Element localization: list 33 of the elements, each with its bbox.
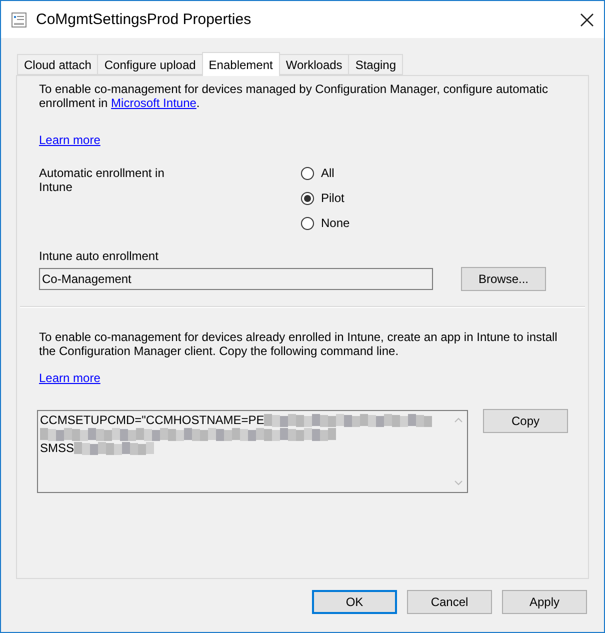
collection-label: Intune auto enrollment <box>39 249 160 263</box>
enrollment-label: Automatic enrollment in Intune <box>39 166 166 196</box>
dialog-button[interactable]: Apply <box>502 590 587 614</box>
radio-label: All <box>321 166 334 180</box>
command-text: CCMSETUPCMD="CCMHOSTNAME=PE <box>40 413 264 428</box>
command-text: SMSS <box>40 441 74 456</box>
close-icon[interactable] <box>580 12 594 26</box>
collection-field[interactable]: Co-Management <box>39 268 433 290</box>
tab[interactable]: Cloud attach <box>17 54 98 75</box>
radio-icon[interactable] <box>301 216 314 230</box>
browse-button[interactable]: Browse... <box>461 267 546 291</box>
radio-label: Pilot <box>321 191 344 205</box>
dialog-button[interactable]: OK <box>312 590 397 614</box>
window-title: CoMgmtSettingsProd Properties <box>36 11 252 28</box>
radio-option[interactable]: Pilot <box>301 191 350 205</box>
radio-icon[interactable] <box>301 166 314 180</box>
tab[interactable]: Workloads <box>278 54 350 75</box>
radio-option[interactable]: None <box>301 216 350 230</box>
dialog-button[interactable]: Cancel <box>407 590 492 614</box>
command-line-field[interactable]: CCMSETUPCMD="CCMHOSTNAME=PE SMSS <box>37 410 468 493</box>
tab[interactable]: Enablement <box>202 52 280 76</box>
properties-icon <box>11 12 27 28</box>
intune-link[interactable]: Microsoft Intune <box>111 96 196 110</box>
client-intro-text: To enable co-management for devices already enrolled in Intune, create an app in Intune to install the Configuration Manager client. Copy the following command line. <box>39 330 558 358</box>
radio-icon[interactable] <box>301 192 314 204</box>
radio-label: None <box>321 216 350 230</box>
radio-option[interactable]: All <box>301 166 350 180</box>
tab[interactable]: Staging <box>348 54 404 75</box>
learn-more-link[interactable]: Learn more <box>39 371 100 385</box>
tab[interactable]: Configure upload <box>97 54 203 75</box>
copy-button[interactable]: Copy <box>483 409 568 433</box>
learn-more-link[interactable]: Learn more <box>39 133 100 147</box>
intro-text: To enable co-management for devices managed by Configuration Manager, configure automatic enrollment in Microsoft Intune. <box>39 82 549 110</box>
